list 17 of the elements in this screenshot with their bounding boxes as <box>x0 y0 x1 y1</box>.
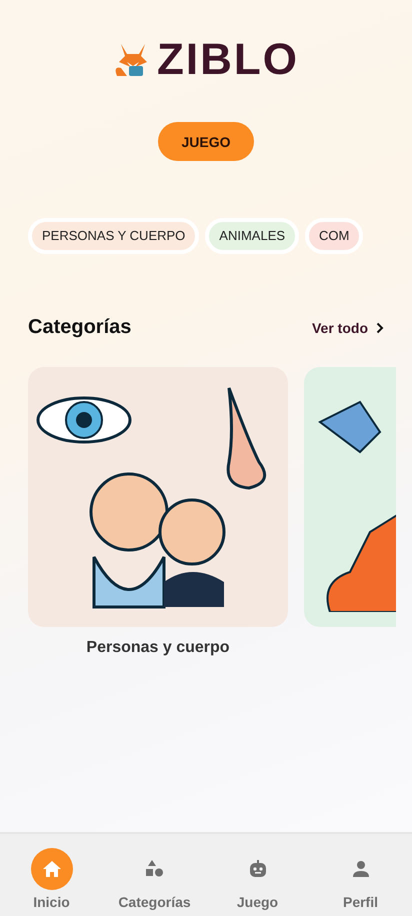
card-label: Personas y cuerpo <box>86 639 230 657</box>
category-chip[interactable]: PERSONAS Y CUERPO <box>28 218 200 254</box>
nav-tab[interactable]: Inicio <box>0 848 103 910</box>
nav-tab[interactable]: Juego <box>206 848 309 910</box>
section-title: Categorías <box>28 316 132 339</box>
home-icon <box>42 861 60 877</box>
play-button[interactable]: JUEGO <box>158 122 254 161</box>
app-logo-text: ZIBLO <box>157 38 299 82</box>
nav-tab[interactable]: Categorías <box>103 848 206 910</box>
category-chip[interactable]: COM <box>305 218 364 254</box>
chevron-right-icon <box>376 322 384 334</box>
robot-icon <box>248 860 266 878</box>
nav-tab[interactable]: Perfil <box>309 848 412 910</box>
shapes-icon <box>146 860 164 878</box>
category-chip[interactable]: ANIMALES <box>205 218 300 254</box>
see-all-link[interactable]: Ver todo <box>312 320 384 336</box>
person-icon <box>352 861 368 877</box>
